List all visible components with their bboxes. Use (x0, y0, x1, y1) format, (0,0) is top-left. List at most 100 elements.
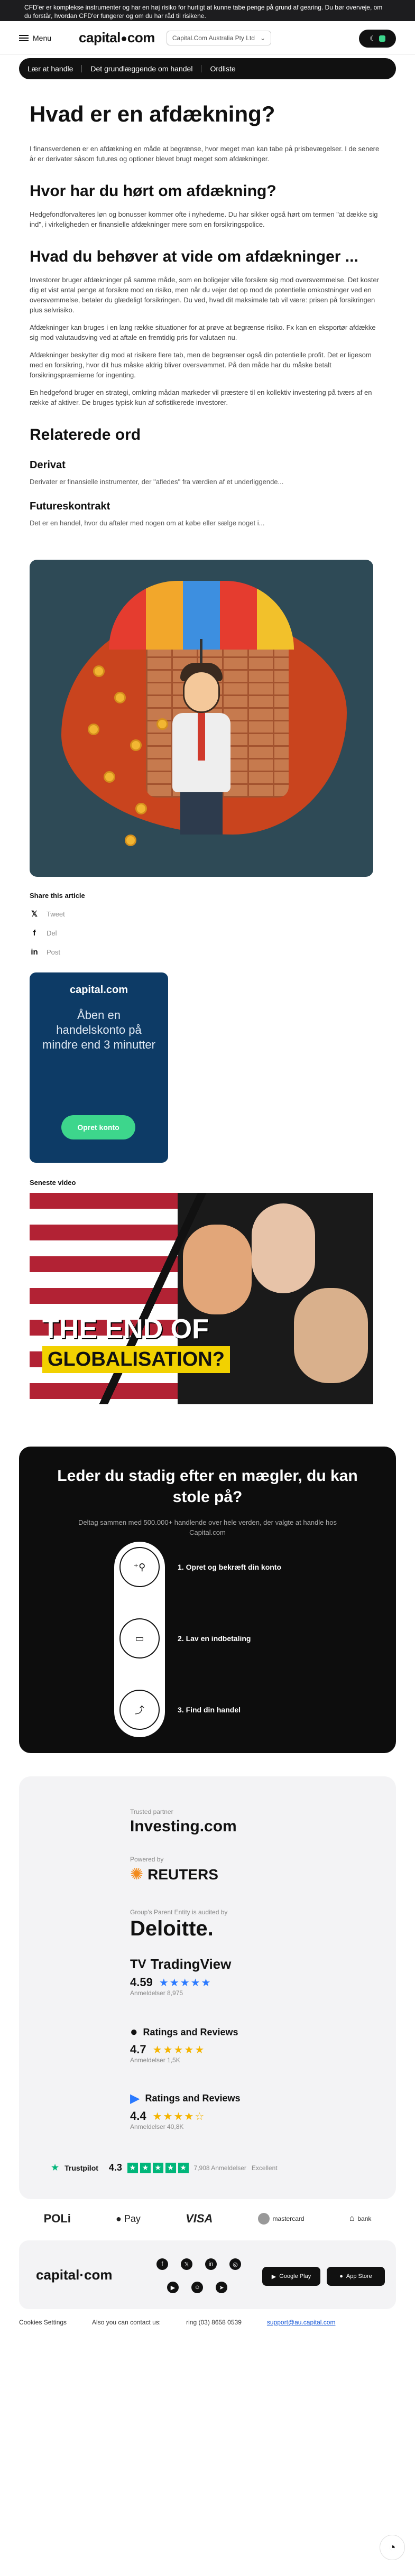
need-paragraph-3: Afdækninger beskytter dig mod at risiker… (30, 351, 372, 379)
poli-logo: POLi (43, 2212, 71, 2225)
telegram-icon[interactable]: ➤ (216, 2282, 227, 2293)
facebook-icon: f (33, 928, 36, 938)
promo-text: Åben en handelskonto på mindre end 3 min… (42, 1008, 155, 1051)
share-x[interactable]: 𝕏 Tweet (30, 909, 385, 919)
footer-logo[interactable]: capital·com (36, 2267, 113, 2283)
heard-heading: Hvor har du hørt om afdækning? (30, 182, 276, 200)
hedge-illustration (30, 560, 373, 877)
broker-title: Leder du stadig efter en mægler, du kan … (57, 1467, 358, 1506)
breadcrumb: Lær at handle Det grundlæggende om hande… (19, 58, 396, 79)
capital-com-logo[interactable]: capital com (79, 30, 155, 46)
trust-section: Trusted partner Investing.com Powered by… (19, 1776, 396, 2199)
trustpilot-rating: 4.3 (108, 2162, 122, 2173)
linkedin-icon: in (31, 947, 38, 957)
related-heading: Relaterede ord (30, 426, 141, 443)
investing-logo: Investing.com (130, 1818, 237, 1835)
breadcrumb-glossary[interactable]: Ordliste (210, 64, 235, 73)
promo-logo: capital.com (69, 984, 128, 996)
reddit-icon[interactable]: ☺ (191, 2282, 203, 2293)
breadcrumb-basics[interactable]: Det grundlæggende om handel (90, 64, 192, 73)
x-icon: 𝕏 (31, 910, 38, 919)
share-facebook[interactable]: f Del (30, 928, 385, 938)
related-derivat[interactable]: Derivat Derivater er finansielle instrum… (30, 459, 385, 487)
hamburger-icon (19, 34, 29, 41)
chat-button[interactable]: ◔ (380, 2535, 405, 2560)
google-rating: 4.4 (130, 2109, 146, 2123)
share-title: Share this article (30, 892, 85, 900)
video-caption-1: THE END OF (42, 1314, 209, 1345)
apple-stars: ★★★★★ (152, 2044, 206, 2056)
heard-paragraph: Hedgefondforvalteres løn og bonusser kom… (30, 210, 378, 228)
tradingview-icon: TV (130, 1957, 146, 1971)
bank-logo: ⌂ bank (349, 2214, 372, 2223)
theme-toggle[interactable]: ☾ (359, 30, 396, 48)
breadcrumb-learn[interactable]: Lær at handle (27, 64, 73, 73)
trustpilot-reviews: 7,908 Anmeldelser (193, 2164, 246, 2172)
risk-warning-banner: CFD'er er komplekse instrumenter og har … (0, 0, 415, 21)
page-title: Hvad er en afdækning? (30, 101, 275, 126)
bottom-bar: Cookies Settings Also you can contact us… (0, 2309, 415, 2336)
open-account-button[interactable]: Opret konto (61, 1115, 135, 1139)
mastercard-logo: mastercard (257, 2213, 305, 2225)
need-paragraph-1: Investorer bruger afdækninger på samme m… (30, 276, 380, 314)
trusted-partner-label: Trusted partner (130, 1808, 173, 1815)
need-paragraph-2: Afdækninger kan bruges i en lang række s… (30, 323, 376, 341)
footer: capital·com f 𝕏 in ◎ ▶ ☺ ➤ ▶ Google Play… (19, 2240, 396, 2309)
article: Hvad er en afdækning? I finansverdenen e… (0, 100, 415, 1404)
share-linkedin[interactable]: in Post (30, 947, 385, 957)
tradingview-rating: 4.59 (130, 1976, 153, 1989)
google-play-icon: ▶ (130, 2091, 140, 2106)
email-link[interactable]: support@au.capital.com (267, 2319, 336, 2326)
instagram-icon[interactable]: ◎ (229, 2258, 241, 2270)
google-reviews: Anmeldelser 40,8K (130, 2123, 184, 2130)
google-play-button[interactable]: ▶ Google Play (262, 2267, 320, 2286)
chevron-down-icon: ⌄ (260, 34, 266, 42)
payment-methods: POLi ● Pay VISA mastercard ⌂ bank (0, 2207, 415, 2231)
latest-video[interactable]: THE END OF GLOBALISATION? (30, 1193, 373, 1404)
trustpilot-bar: ★ Trustpilot 4.3 ★ ★ ★ ★ ★ 7,908 Anmelde… (51, 2162, 278, 2173)
trustpilot-logo: Trustpilot (64, 2163, 98, 2172)
social-links-row-2: ▶ ☺ ➤ (167, 2282, 227, 2293)
linkedin-icon[interactable]: in (205, 2258, 217, 2270)
deposit-icon: ▭ (119, 1618, 160, 1658)
google-stars: ★★★★☆ (152, 2110, 206, 2123)
trustpilot-label: Excellent (251, 2164, 278, 2172)
trustpilot-icon: ★ (51, 2162, 60, 2173)
powered-by-label: Powered by (130, 1856, 164, 1863)
menu-button[interactable]: Menu (19, 34, 51, 42)
intro-paragraph: I finansverdenen er en afdækning en måde… (30, 145, 380, 163)
moon-icon: ☾ (370, 34, 376, 42)
app-store-button[interactable]: ● App Store (327, 2267, 385, 2286)
user-add-icon: ⁺⚲ (119, 1547, 160, 1587)
chart-icon: ⤴ (119, 1690, 160, 1730)
audited-label: Group's Parent Entity is audited by (130, 1908, 228, 1916)
trustpilot-stars: ★ ★ ★ ★ ★ (127, 2162, 189, 2173)
apple-pay-logo: ● Pay (116, 2213, 141, 2224)
menu-label: Menu (33, 33, 52, 42)
step-2: 2. Lav en indbetaling (178, 1634, 251, 1643)
google-ratings-title: Ratings and Reviews (145, 2093, 241, 2104)
entity-selector[interactable]: Capital.Com Australia Pty Ltd ⌄ (166, 30, 272, 45)
x-icon[interactable]: 𝕏 (181, 2258, 192, 2270)
facebook-icon[interactable]: f (156, 2258, 168, 2270)
youtube-icon[interactable]: ▶ (167, 2282, 179, 2293)
apple-icon: ● (130, 2025, 138, 2039)
cookies-settings-link[interactable]: Cookies Settings (19, 2319, 67, 2326)
broker-subtitle: Deltag sammen med 500.000+ handlende ove… (78, 1518, 337, 1536)
social-links-row-1: f 𝕏 in ◎ (156, 2258, 241, 2270)
broker-section: Leder du stadig efter en mægler, du kan … (19, 1447, 396, 1753)
contact-label: Also you can contact us: (92, 2319, 161, 2326)
video-caption-2: GLOBALISATION? (42, 1346, 230, 1373)
need-paragraph-4: En hedgefond bruger en strategi, omkring… (30, 388, 372, 406)
chat-icon: ◔ (389, 2541, 396, 2554)
reuters-logo: REUTERS (147, 1866, 218, 1883)
related-futures[interactable]: Futureskontrakt Det er en handel, hvor d… (30, 501, 385, 528)
apple-reviews: Anmeldelser 1,5K (130, 2056, 180, 2064)
site-header: Menu capital com Capital.Com Australia Pt… (0, 21, 415, 55)
visa-logo: VISA (186, 2212, 213, 2225)
step-1: 1. Opret og bekræft din konto (178, 1563, 282, 1571)
step-3: 3. Find din handel (178, 1706, 241, 1714)
apple-rating: 4.7 (130, 2043, 146, 2056)
phone-link[interactable]: ring (03) 8658 0539 (186, 2319, 242, 2326)
open-account-promo: capital.com Åben en handelskonto på mind… (30, 972, 168, 1163)
